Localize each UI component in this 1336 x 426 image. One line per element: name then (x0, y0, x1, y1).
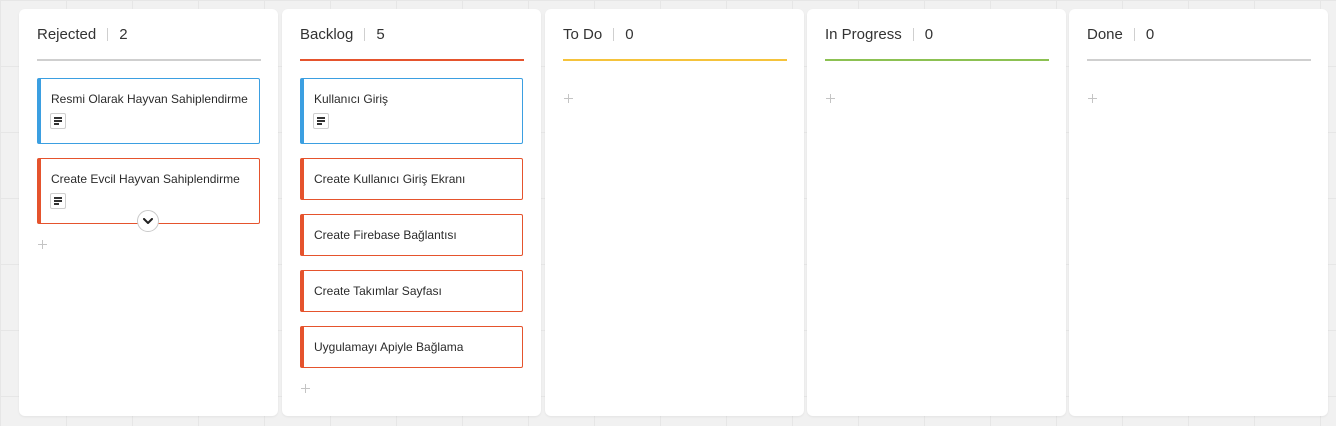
column-title: In Progress (825, 25, 902, 43)
add-card-button[interactable] (37, 239, 49, 251)
card-title: Create Evcil Hayvan Sahiplendirme (51, 172, 240, 186)
column-header: Rejected 2 (37, 24, 128, 44)
column-count: 2 (119, 25, 128, 43)
card-title: Create Firebase Bağlantısı (314, 228, 457, 242)
card-title: Create Kullanıcı Giriş Ekranı (314, 172, 466, 186)
notes-icon (50, 113, 66, 129)
column-count: 0 (924, 25, 934, 43)
column-count: 0 (1145, 25, 1155, 43)
column-in-progress: In Progress 0 (807, 9, 1066, 416)
column-color-line (1087, 59, 1311, 61)
task-card[interactable]: Resmi Olarak Hayvan Sahiplendirme (37, 78, 260, 144)
column-color-line (300, 59, 524, 61)
column-done: Done 0 (1069, 9, 1328, 416)
add-card-button[interactable] (1087, 93, 1099, 105)
column-title: Rejected (37, 25, 97, 43)
add-card-button[interactable] (563, 93, 575, 105)
column-count: 5 (376, 25, 385, 43)
kanban-board: Rejected 2 Resmi Olarak Hayvan Sahiplend… (0, 0, 1336, 426)
chevron-down-icon (143, 217, 153, 224)
task-card[interactable]: Create Firebase Bağlantısı (300, 214, 523, 256)
column-rejected: Rejected 2 Resmi Olarak Hayvan Sahiplend… (19, 9, 278, 416)
column-title: Backlog (300, 25, 354, 43)
column-title: To Do (563, 25, 603, 43)
notes-icon (50, 193, 66, 209)
column-header: In Progress 0 (825, 24, 933, 44)
header-divider (364, 27, 366, 41)
column-color-line (37, 59, 261, 61)
notes-icon (313, 113, 329, 129)
card-title: Resmi Olarak Hayvan Sahiplendirme (51, 92, 248, 106)
card-title: Create Takımlar Sayfası (314, 284, 442, 298)
column-color-line (563, 59, 787, 61)
card-title: Uygulamayı Apiyle Bağlama (314, 340, 464, 354)
task-card[interactable]: Uygulamayı Apiyle Bağlama (300, 326, 523, 368)
header-divider (1133, 27, 1135, 41)
task-card[interactable]: Create Kullanıcı Giriş Ekranı (300, 158, 523, 200)
header-divider (613, 27, 615, 41)
add-card-button[interactable] (825, 93, 837, 105)
column-todo: To Do 0 (545, 9, 804, 416)
task-card[interactable]: Create Takımlar Sayfası (300, 270, 523, 312)
add-card-button[interactable] (300, 383, 312, 395)
column-count: 0 (625, 25, 634, 43)
column-backlog: Backlog 5 Kullanıcı Giriş Create Kullanı… (282, 9, 541, 416)
task-card[interactable]: Kullanıcı Giriş (300, 78, 523, 144)
header-divider (912, 27, 914, 41)
header-divider (107, 27, 109, 41)
column-color-line (825, 59, 1049, 61)
expand-chevron-button[interactable] (137, 210, 159, 232)
column-header: Done 0 (1087, 24, 1154, 44)
column-header: To Do 0 (563, 24, 634, 44)
card-title: Kullanıcı Giriş (314, 92, 389, 106)
column-header: Backlog 5 (300, 24, 385, 44)
column-title: Done (1087, 25, 1123, 43)
